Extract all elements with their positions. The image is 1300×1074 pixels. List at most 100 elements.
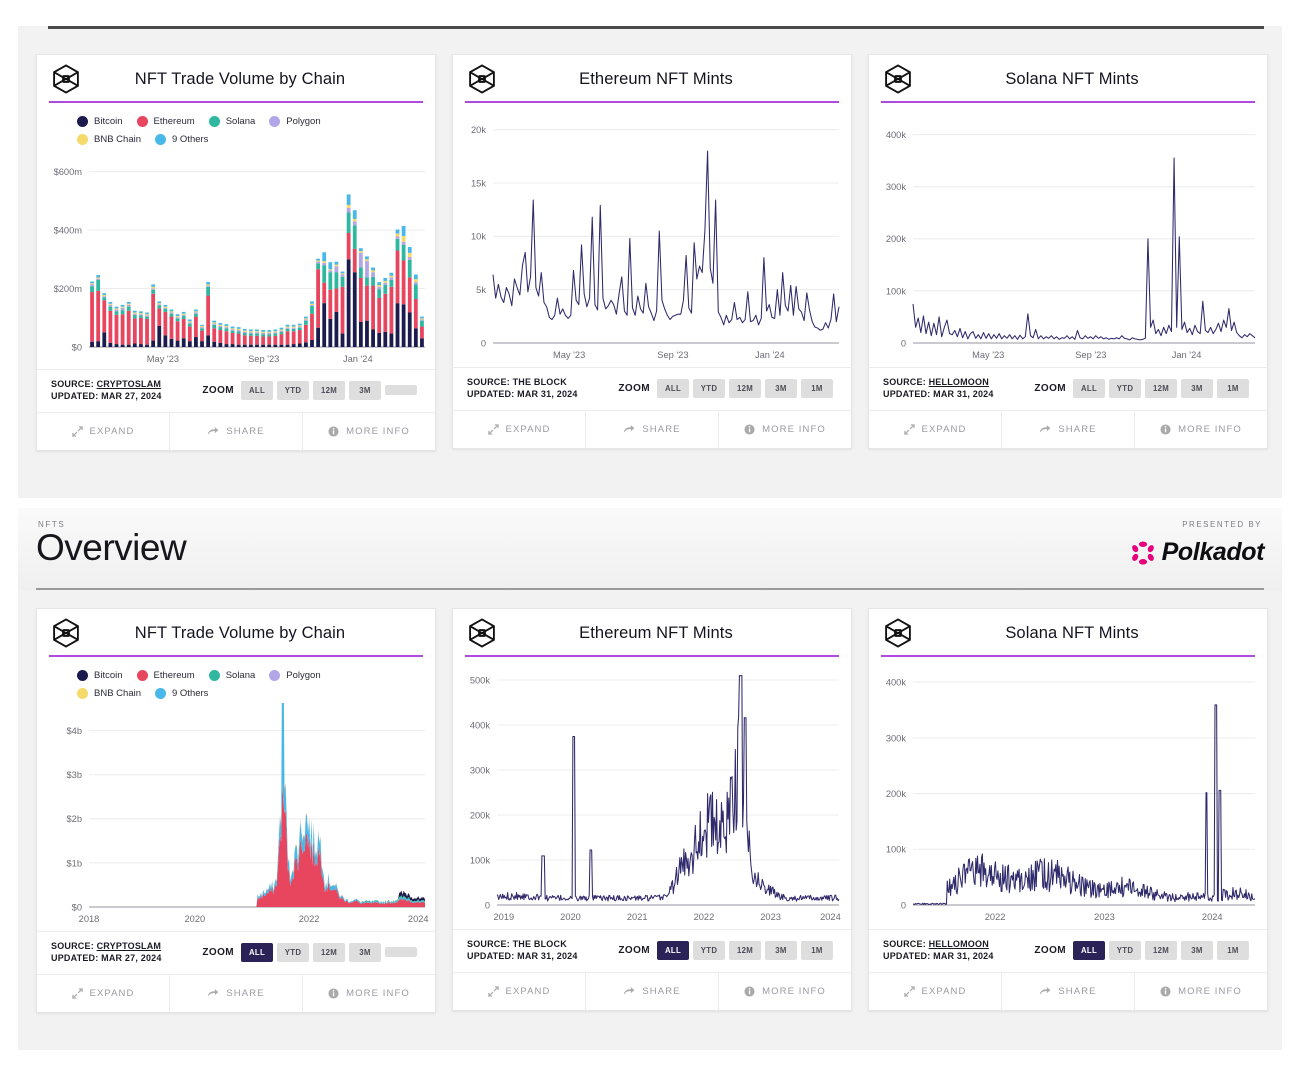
legend-item: Ethereum	[137, 113, 195, 129]
zoom-control-group: ZOOM ALL YTD 12M 3M 1M	[1034, 379, 1267, 398]
legend-label: Polygon	[286, 670, 320, 681]
zoom-button-ytd[interactable]: YTD	[277, 943, 309, 962]
page-title: Overview	[36, 527, 186, 569]
source-link[interactable]: THE BLOCK	[513, 939, 567, 949]
expand-button[interactable]: EXPAND	[869, 973, 1001, 1010]
zoom-button-all[interactable]: ALL	[657, 379, 689, 398]
more-info-button[interactable]: MORE INFO	[1134, 411, 1267, 448]
share-icon	[1039, 424, 1051, 435]
source-block: SOURCE: HELLOMOON UPDATED: MAR 31, 2024	[883, 938, 994, 962]
zoom-button-ytd[interactable]: YTD	[693, 941, 725, 960]
zoom-button-all[interactable]: ALL	[241, 381, 273, 400]
svg-text:2022: 2022	[985, 912, 1006, 922]
card-solana-nft-mints-top: Solana NFT Mints 0100k200k300k400kMay '2…	[868, 54, 1268, 449]
chart-meta-row: SOURCE: THE BLOCK UPDATED: MAR 31, 2024 …	[453, 929, 851, 972]
more-info-button[interactable]: MORE INFO	[718, 973, 851, 1010]
zoom-button-3m[interactable]: 3M	[349, 943, 381, 962]
card-header: Ethereum NFT Mints	[453, 55, 851, 103]
more-info-button[interactable]: MORE INFO	[1134, 973, 1267, 1010]
expand-button[interactable]: EXPAND	[453, 973, 585, 1010]
chart-nft-trade-volume-bottom: Bitcoin Ethereum Solana Polygon BNB Chai…	[37, 657, 435, 931]
expand-icon	[488, 424, 499, 435]
source-link[interactable]: THE BLOCK	[513, 377, 567, 387]
zoom-button-1m[interactable]: 1M	[801, 379, 833, 398]
share-button[interactable]: SHARE	[169, 975, 302, 1012]
zoom-button-12m[interactable]: 12M	[313, 381, 345, 400]
card-title: NFT Trade Volume by Chain	[87, 70, 423, 89]
legend-dot-icon	[155, 688, 166, 699]
zoom-button-3m[interactable]: 3M	[349, 381, 381, 400]
svg-text:200k: 200k	[886, 789, 907, 799]
zoom-button-ytd[interactable]: YTD	[277, 381, 309, 400]
source-link[interactable]: CRYPTOSLAM	[97, 941, 162, 951]
zoom-label: ZOOM	[202, 947, 234, 958]
legend-dot-icon	[77, 688, 88, 699]
zoom-button-12m[interactable]: 12M	[729, 379, 761, 398]
updated-text: UPDATED: MAR 27, 2024	[51, 390, 162, 402]
source-link[interactable]: HELLOMOON	[929, 377, 989, 387]
card-action-bar: EXPAND SHARE MORE INFO	[869, 972, 1267, 1010]
more-info-button[interactable]: MORE INFO	[302, 413, 435, 450]
zoom-button-1m[interactable]: 1M	[1217, 941, 1249, 960]
svg-text:100k: 100k	[886, 286, 907, 296]
zoom-button-12m[interactable]: 12M	[1145, 941, 1177, 960]
more-info-label: MORE INFO	[762, 986, 826, 997]
svg-text:2024: 2024	[1202, 912, 1223, 922]
legend-dot-icon	[137, 670, 148, 681]
svg-text:400k: 400k	[470, 720, 491, 730]
zoom-button-all[interactable]: ALL	[1073, 941, 1105, 960]
expand-button[interactable]: EXPAND	[37, 413, 169, 450]
zoom-button-1m[interactable]: 1M	[801, 941, 833, 960]
source-label: SOURCE:	[883, 939, 926, 949]
expand-button[interactable]: EXPAND	[453, 411, 585, 448]
source-link[interactable]: HELLOMOON	[929, 939, 989, 949]
zoom-button-3m[interactable]: 3M	[1181, 379, 1213, 398]
share-button[interactable]: SHARE	[1001, 411, 1134, 448]
share-button[interactable]: SHARE	[169, 413, 302, 450]
source-link[interactable]: CRYPTOSLAM	[97, 379, 162, 389]
more-info-button[interactable]: MORE INFO	[718, 411, 851, 448]
the-block-cube-icon	[465, 616, 499, 650]
zoom-button-12m[interactable]: 12M	[1145, 379, 1177, 398]
more-info-button[interactable]: MORE INFO	[302, 975, 435, 1012]
zoom-button-blank[interactable]	[385, 385, 417, 395]
share-button[interactable]: SHARE	[585, 973, 718, 1010]
zoom-button-1m[interactable]: 1M	[1217, 379, 1249, 398]
source-block: SOURCE: THE BLOCK UPDATED: MAR 31, 2024	[467, 938, 578, 962]
zoom-button-all[interactable]: ALL	[241, 943, 273, 962]
zoom-button-3m[interactable]: 3M	[765, 379, 797, 398]
share-label: SHARE	[226, 426, 264, 437]
share-icon	[207, 426, 219, 437]
share-button[interactable]: SHARE	[585, 411, 718, 448]
legend-label: Ethereum	[154, 670, 195, 681]
zoom-control-group: ZOOM ALL YTD 12M 3M 1M	[618, 941, 851, 960]
zoom-button-12m[interactable]: 12M	[729, 941, 761, 960]
zoom-button-3m[interactable]: 3M	[1181, 941, 1213, 960]
share-icon	[207, 988, 219, 999]
svg-text:500k: 500k	[470, 675, 491, 685]
share-button[interactable]: SHARE	[1001, 973, 1134, 1010]
svg-text:Jan '24: Jan '24	[755, 350, 785, 360]
expand-button[interactable]: EXPAND	[869, 411, 1001, 448]
zoom-button-12m[interactable]: 12M	[313, 943, 345, 962]
zoom-button-ytd[interactable]: YTD	[1109, 941, 1141, 960]
svg-text:2020: 2020	[184, 914, 205, 924]
source-block: SOURCE: CRYPTOSLAM UPDATED: MAR 27, 2024	[51, 378, 162, 402]
zoom-button-ytd[interactable]: YTD	[1109, 379, 1141, 398]
zoom-button-ytd[interactable]: YTD	[693, 379, 725, 398]
zoom-button-all[interactable]: ALL	[657, 941, 689, 960]
svg-text:2024: 2024	[408, 914, 429, 924]
polkadot-logo-icon	[1130, 540, 1156, 566]
share-label: SHARE	[1058, 986, 1096, 997]
zoom-button-blank[interactable]	[385, 947, 417, 957]
updated-text: UPDATED: MAR 31, 2024	[467, 388, 578, 400]
legend-item: BNB Chain	[77, 131, 141, 147]
svg-text:$200m: $200m	[54, 284, 83, 294]
expand-label: EXPAND	[90, 426, 135, 437]
source-block: SOURCE: HELLOMOON UPDATED: MAR 31, 2024	[883, 376, 994, 400]
card-title: Ethereum NFT Mints	[503, 70, 839, 89]
zoom-button-all[interactable]: ALL	[1073, 379, 1105, 398]
expand-button[interactable]: EXPAND	[37, 975, 169, 1012]
zoom-button-3m[interactable]: 3M	[765, 941, 797, 960]
svg-text:0: 0	[481, 338, 486, 348]
